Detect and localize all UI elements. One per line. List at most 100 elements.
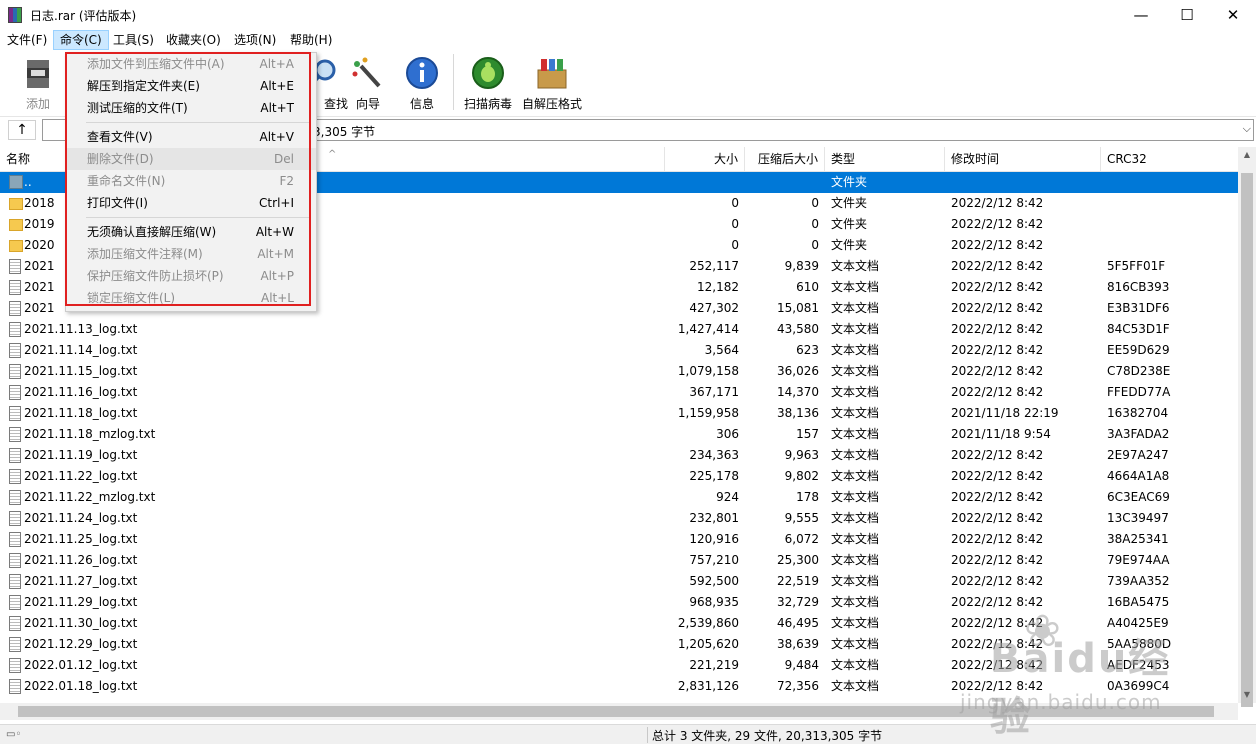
cell-modified: 2022/2/12 8:42: [951, 322, 1044, 336]
cell-modified: 2022/2/12 8:42: [951, 532, 1044, 546]
cell-size: 225,178: [689, 469, 739, 483]
commands-menu: 添加文件到压缩文件中(A) Alt+A 解压到指定文件夹(E) Alt+E 测试压缩的文…: [65, 52, 317, 312]
menu-bar: 文件(F) 命令(C) 工具(S) 收藏夹(O) 选项(N) 帮助(H): [0, 30, 1256, 50]
cell-crc: 6C3EAC69: [1107, 490, 1170, 504]
cell-type: 文本文档: [831, 364, 880, 378]
text-file-icon: [9, 364, 21, 379]
cell-crc: FFEDD77A: [1107, 385, 1171, 399]
menu-item-command[interactable]: 添加文件到压缩文件中(A) Alt+A: [66, 53, 316, 75]
cell-packed: 43,580: [777, 322, 819, 336]
menu-help[interactable]: 帮助(H): [284, 30, 338, 50]
cell-size: 427,302: [689, 301, 739, 315]
minimize-button[interactable]: —: [1118, 0, 1164, 30]
text-file-icon: [9, 469, 21, 484]
toolbar-virus-scan-button[interactable]: 扫描病毒: [458, 54, 518, 112]
cell-size: 968,935: [689, 595, 739, 609]
cell-name: 2021.11.22_log.txt: [24, 469, 138, 483]
cell-size: 252,117: [689, 259, 739, 273]
maximize-button[interactable]: ☐: [1164, 0, 1210, 30]
table-row[interactable]: 2021.11.27_log.txt 592,500 22,519 文本文档 2022/…: [0, 571, 1238, 592]
text-file-icon: [9, 532, 21, 547]
winrar-app-icon[interactable]: [8, 7, 22, 23]
table-row[interactable]: 2021.11.24_log.txt 232,801 9,555 文本文档 2022/2…: [0, 508, 1238, 529]
table-row[interactable]: 2021.11.25_log.txt 120,916 6,072 文本文档 2022/2…: [0, 529, 1238, 550]
text-file-icon: [9, 427, 21, 442]
cell-size: 3,564: [704, 343, 739, 357]
toolbar-sfx-button[interactable]: 自解压格式: [522, 54, 582, 112]
menu-item-command[interactable]: 测试压缩的文件(T) Alt+T: [66, 97, 316, 119]
menu-commands[interactable]: 命令(C): [53, 30, 109, 50]
text-file-icon: [9, 595, 21, 610]
menu-item-label: 打印文件(I): [87, 196, 148, 210]
drive-key-icon: ▭◦: [6, 729, 22, 740]
menu-item-command[interactable]: 查看文件(V) Alt+V: [66, 126, 316, 148]
table-row[interactable]: 2021.11.15_log.txt 1,079,158 36,026 文本文档 202…: [0, 361, 1238, 382]
vertical-scroll-thumb[interactable]: [1241, 173, 1253, 707]
cell-crc: E3B31DF6: [1107, 301, 1170, 315]
cell-name: 2021.11.14_log.txt: [24, 343, 138, 357]
menu-item-command[interactable]: 添加压缩文件注释(M) Alt+M: [66, 243, 316, 265]
column-header-type[interactable]: 类型: [825, 147, 945, 171]
table-row[interactable]: 2021.11.13_log.txt 1,427,414 43,580 文本文档 202…: [0, 319, 1238, 340]
table-row[interactable]: 2021.11.18_log.txt 1,159,958 38,136 文本文档 202…: [0, 403, 1238, 424]
table-row[interactable]: 2021.11.22_log.txt 225,178 9,802 文本文档 2022/2…: [0, 466, 1238, 487]
menu-item-shortcut: Alt+V: [259, 130, 294, 144]
table-row[interactable]: 2021.11.22_mzlog.txt 924 178 文本文档 2022/2/12 …: [0, 487, 1238, 508]
cell-size: 306: [716, 427, 739, 441]
menu-item-label: 添加压缩文件注释(M): [87, 247, 203, 261]
menu-item-command[interactable]: 解压到指定文件夹(E) Alt+E: [66, 75, 316, 97]
column-header-crc32[interactable]: CRC32: [1101, 147, 1238, 171]
table-row[interactable]: 2021.11.16_log.txt 367,171 14,370 文本文档 2022/…: [0, 382, 1238, 403]
menu-item-command[interactable]: 重命名文件(N) F2: [66, 170, 316, 192]
cell-crc: EE59D629: [1107, 343, 1170, 357]
scroll-up-icon[interactable]: ▲: [1238, 147, 1256, 163]
menu-item-command[interactable]: 无须确认直接解压缩(W) Alt+W: [66, 221, 316, 243]
toolbar-add-button[interactable]: 添加: [8, 54, 68, 112]
cell-crc: 84C53D1F: [1107, 322, 1170, 336]
up-folder-button[interactable]: ↑: [8, 120, 36, 140]
menu-item-command[interactable]: 打印文件(I) Ctrl+I: [66, 192, 316, 214]
cell-modified: 2022/2/12 8:42: [951, 343, 1044, 357]
column-header-packed[interactable]: 压缩后大小: [745, 147, 825, 171]
cell-name: 2021.11.13_log.txt: [24, 322, 138, 336]
cell-packed: 32,729: [777, 595, 819, 609]
cell-modified: 2022/2/12 8:42: [951, 364, 1044, 378]
menu-item-command[interactable]: 锁定压缩文件(L) Alt+L: [66, 287, 316, 309]
cell-type: 文本文档: [831, 679, 880, 693]
cell-modified: 2022/2/12 8:42: [951, 490, 1044, 504]
cell-modified: 2022/2/12 8:42: [951, 196, 1044, 210]
menu-item-command[interactable]: 保护压缩文件防止损坏(P) Alt+P: [66, 265, 316, 287]
scroll-down-icon[interactable]: ▼: [1238, 687, 1256, 703]
toolbar-info-button[interactable]: 信息: [392, 54, 452, 112]
cell-size: 757,210: [689, 553, 739, 567]
vertical-scrollbar[interactable]: ▲ ▼: [1238, 147, 1256, 707]
cell-name: 2021.11.18_log.txt: [24, 406, 138, 420]
menu-favorites[interactable]: 收藏夹(O): [160, 30, 227, 50]
menu-item-command[interactable]: 删除文件(D) Del: [66, 148, 316, 170]
menu-item-label: 无须确认直接解压缩(W): [87, 225, 217, 239]
column-header-modified[interactable]: 修改时间: [945, 147, 1101, 171]
text-file-icon: [9, 511, 21, 526]
cell-type: 文本文档: [831, 637, 880, 651]
cell-crc: [1107, 235, 1237, 256]
chevron-down-icon[interactable]: ⌵: [1243, 122, 1251, 136]
close-button[interactable]: ✕: [1210, 0, 1256, 30]
cell-size: [665, 172, 739, 193]
cell-size: 0: [731, 238, 739, 252]
table-row[interactable]: 2021.11.14_log.txt 3,564 623 文本文档 2022/2/12 …: [0, 340, 1238, 361]
cell-crc: 2E97A247: [1107, 448, 1169, 462]
toolbar-wizard-button[interactable]: 向导: [338, 54, 398, 112]
menu-item-label: 解压到指定文件夹(E): [87, 79, 200, 93]
menu-file[interactable]: 文件(F): [1, 30, 53, 50]
table-row[interactable]: 2021.11.18_mzlog.txt 306 157 文本文档 2021/11/18…: [0, 424, 1238, 445]
cell-name: 2021.11.27_log.txt: [24, 574, 138, 588]
menu-options[interactable]: 选项(N): [228, 30, 282, 50]
menu-item-label: 测试压缩的文件(T): [87, 101, 188, 115]
menu-tools[interactable]: 工具(S): [107, 30, 160, 50]
table-row[interactable]: 2021.11.26_log.txt 757,210 25,300 文本文档 2022/…: [0, 550, 1238, 571]
cell-packed: 9,555: [784, 511, 819, 525]
table-row[interactable]: 2021.11.19_log.txt 234,363 9,963 文本文档 2022/2…: [0, 445, 1238, 466]
cell-type: 文本文档: [831, 490, 880, 504]
text-file-icon: [9, 301, 21, 316]
column-header-size[interactable]: 大小: [665, 147, 745, 171]
